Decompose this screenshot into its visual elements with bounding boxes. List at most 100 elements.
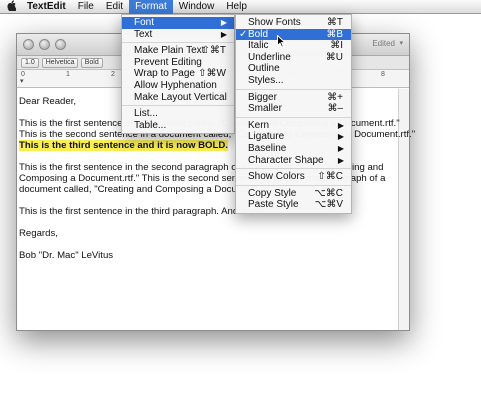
menu-separator [122, 105, 234, 107]
menu-item-character-shape[interactable]: Character Shape ▶ [236, 155, 351, 167]
submenu-arrow-icon: ▶ [337, 120, 344, 130]
menu-item-kern[interactable]: Kern ▶ [236, 120, 351, 132]
menu-item-shortcut: ⌘– [327, 103, 343, 115]
menu-item-font[interactable]: Font ▶ [122, 17, 234, 29]
menu-item-shortcut: ⇧⌘C [317, 171, 343, 183]
menu-item-label: Allow Hyphenation [134, 79, 217, 91]
menu-item-label: Make Layout Vertical [134, 91, 227, 103]
menu-item-text[interactable]: Text ▶ [122, 29, 234, 41]
menu-item-label: Copy Style [248, 187, 297, 199]
menu-item-italic[interactable]: Italic ⌘I [236, 40, 351, 52]
font-submenu: Show Fonts ⌘T ✓ Bold ⌘B Italic ⌘I Underline ⌘… [235, 14, 352, 214]
menu-item-label: Prevent Editing [134, 56, 202, 68]
menu-item-shortcut: ⌘U [325, 51, 343, 63]
doc-line: Regards, [19, 228, 58, 239]
menu-item-label: Wrap to Page [134, 68, 195, 80]
menu-item-label: Outline [248, 63, 280, 75]
menu-item-shortcut: ⇧⌘W [198, 68, 226, 80]
ruler-number: 0 [21, 71, 25, 78]
font-family-popup[interactable]: Helvetica [41, 57, 78, 68]
menu-item-wrap-to-page[interactable]: Wrap to Page ⇧⌘W [122, 68, 234, 80]
menu-item-label: List... [134, 108, 158, 120]
menu-item-label: Table... [134, 119, 167, 131]
menu-item-show-colors[interactable]: Show Colors ⇧⌘C [236, 171, 351, 183]
menu-item-shortcut: ⌘+ [327, 91, 343, 103]
menu-item-bold[interactable]: ✓ Bold ⌘B [236, 28, 351, 41]
menu-item-bigger[interactable]: Bigger ⌘+ [236, 92, 351, 104]
menu-separator [236, 168, 351, 170]
submenu-arrow-icon: ▶ [220, 18, 227, 27]
menu-item-make-plain-text[interactable]: Make Plain Text ⇧⌘T [122, 45, 234, 57]
zoom-window-button[interactable] [55, 39, 66, 50]
menu-item-label: Styles... [248, 74, 284, 86]
menu-item-paste-style[interactable]: Paste Style ⌥⌘V [236, 199, 351, 211]
menu-item-label: Underline [248, 51, 291, 63]
menu-item-label: Ligature [248, 131, 285, 143]
menu-item-label: Bold [248, 28, 269, 40]
tab-marker-icon[interactable]: ▾ [20, 77, 24, 85]
format-menu: Font ▶ Text ▶ Make Plain Text ⇧⌘T Prevent E… [121, 14, 235, 135]
menu-item-list[interactable]: List... [122, 108, 234, 120]
menu-item-ligature[interactable]: Ligature ▶ [236, 131, 351, 143]
line-spacing-popup[interactable]: 1.0 [21, 57, 39, 68]
menu-item-label: Show Colors [248, 171, 305, 183]
menu-separator [236, 184, 351, 186]
menu-item-label: Make Plain Text [134, 45, 205, 57]
menu-item-shortcut: ⇧⌘T [201, 45, 227, 57]
menu-item-allow-hyphenation[interactable]: Allow Hyphenation [122, 80, 234, 92]
menu-edit[interactable]: Edit [100, 0, 129, 14]
menu-item-copy-style[interactable]: Copy Style ⌥⌘C [236, 188, 351, 200]
menu-item-prevent-editing[interactable]: Prevent Editing [122, 57, 234, 69]
menu-item-make-layout-vertical[interactable]: Make Layout Vertical [122, 92, 234, 104]
menu-format[interactable]: Format [129, 0, 173, 14]
menu-item-label: Kern [248, 119, 270, 131]
close-window-button[interactable] [23, 39, 34, 50]
ruler-number: 8 [381, 71, 385, 78]
menu-item-shortcut: ⌘I [330, 40, 343, 52]
submenu-arrow-icon: ▶ [220, 29, 227, 39]
menu-item-label: Paste Style [248, 199, 299, 211]
menu-item-baseline[interactable]: Baseline ▶ [236, 143, 351, 155]
edited-dropdown-icon[interactable]: ▾ [399, 39, 403, 47]
menu-item-label: Font [134, 17, 155, 28]
menu-item-label: Baseline [248, 142, 287, 154]
checkmark-icon: ✓ [239, 28, 248, 40]
menu-item-label: Character Shape [248, 154, 324, 166]
minimize-window-button[interactable] [39, 39, 50, 50]
menu-item-styles[interactable]: Styles... [236, 75, 351, 87]
menu-item-label: Bigger [248, 91, 277, 103]
ruler-number: 2 [111, 71, 115, 78]
edited-status: Edited [372, 39, 395, 48]
submenu-arrow-icon: ▶ [337, 155, 344, 165]
menu-item-label: Italic [248, 40, 269, 52]
menu-separator [236, 88, 351, 90]
submenu-arrow-icon: ▶ [337, 132, 344, 142]
menu-textedit[interactable]: TextEdit [21, 0, 72, 14]
selected-bold-text: This is the third sentence and it is now… [19, 140, 228, 151]
menu-item-table[interactable]: Table... [122, 120, 234, 132]
apple-menu-icon[interactable] [0, 0, 21, 14]
menu-item-outline[interactable]: Outline [236, 63, 351, 75]
menu-help[interactable]: Help [220, 0, 253, 14]
menu-file[interactable]: File [72, 0, 100, 14]
menu-item-shortcut: ⌥⌘C [314, 187, 343, 199]
menu-separator [122, 42, 234, 44]
font-style-popup[interactable]: Bold [80, 57, 103, 68]
menu-item-underline[interactable]: Underline ⌘U [236, 52, 351, 64]
menu-bar: TextEdit File Edit Format Window Help [0, 0, 481, 14]
menu-item-show-fonts[interactable]: Show Fonts ⌘T [236, 17, 351, 29]
menu-separator [236, 116, 351, 118]
menu-item-smaller[interactable]: Smaller ⌘– [236, 103, 351, 115]
menu-item-label: Smaller [248, 103, 282, 115]
window-controls [23, 39, 66, 50]
menu-item-shortcut: ⌘T [326, 17, 343, 28]
ruler-number: 1 [66, 71, 70, 78]
vertical-scrollbar[interactable] [398, 89, 409, 330]
menu-item-shortcut: ⌥⌘V [314, 199, 343, 211]
menu-item-label: Text [134, 28, 153, 40]
doc-line: Bob "Dr. Mac" LeVitus [19, 250, 114, 261]
menu-window[interactable]: Window [173, 0, 221, 14]
submenu-arrow-icon: ▶ [337, 143, 344, 153]
